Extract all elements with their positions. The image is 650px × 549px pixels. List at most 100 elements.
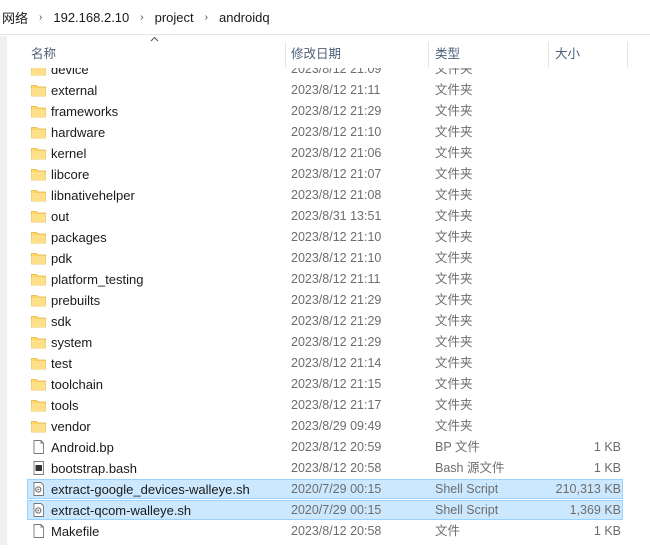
file-type: 文件夹 — [435, 398, 473, 412]
file-type: 文件夹 — [435, 419, 473, 433]
file-name[interactable]: frameworks — [51, 101, 118, 122]
file-name[interactable]: tools — [51, 395, 78, 416]
file-row[interactable]: test 2023/8/12 21:14 文件夹 — [0, 353, 650, 374]
file-date: 2023/8/12 21:10 — [291, 251, 382, 265]
file-name[interactable]: out — [51, 206, 69, 227]
file-name[interactable]: packages — [51, 227, 107, 248]
file-name[interactable]: libcore — [51, 164, 89, 185]
chevron-right-icon[interactable]: › — [33, 12, 48, 23]
file-row[interactable]: Makefile 2023/8/12 20:58 文件 1 KB — [0, 521, 650, 542]
file-type: 文件夹 — [435, 356, 473, 370]
file-type: BP 文件 — [435, 440, 480, 454]
file-icon — [33, 440, 44, 454]
chevron-right-icon[interactable]: › — [134, 12, 149, 23]
file-date: 2023/8/31 13:51 — [291, 209, 382, 223]
chevron-right-icon[interactable]: › — [199, 12, 214, 23]
file-row[interactable]: prebuilts 2023/8/12 21:29 文件夹 — [0, 290, 650, 311]
file-row[interactable]: out 2023/8/31 13:51 文件夹 — [0, 206, 650, 227]
file-row[interactable]: vendor 2023/8/29 09:49 文件夹 — [0, 416, 650, 437]
column-divider[interactable] — [548, 42, 549, 68]
file-name[interactable]: hardware — [51, 122, 105, 143]
file-type: Shell Script — [435, 503, 499, 517]
folder-icon — [31, 232, 46, 244]
file-name[interactable]: bootstrap.bash — [51, 458, 137, 479]
column-header-type[interactable]: 类型 — [435, 36, 460, 68]
file-name[interactable]: device — [51, 68, 89, 80]
file-name[interactable]: test — [51, 353, 72, 374]
file-date: 2023/8/12 21:08 — [291, 188, 382, 202]
file-row[interactable]: platform_testing 2023/8/12 21:11 文件夹 — [0, 269, 650, 290]
file-row[interactable]: Android.bp 2023/8/12 20:59 BP 文件 1 KB — [0, 437, 650, 458]
file-type: 文件夹 — [435, 68, 473, 76]
file-date: 2023/8/12 21:10 — [291, 125, 382, 139]
file-name[interactable]: libnativehelper — [51, 185, 135, 206]
breadcrumb-item[interactable]: 网络 — [0, 8, 33, 27]
file-row[interactable]: pdk 2023/8/12 21:10 文件夹 — [0, 248, 650, 269]
file-name[interactable]: sdk — [51, 311, 71, 332]
file-name[interactable]: Android.bp — [51, 437, 114, 458]
file-row[interactable]: tools 2023/8/12 21:17 文件夹 — [0, 395, 650, 416]
file-name[interactable]: external — [51, 80, 97, 101]
breadcrumb: 网络 › 192.168.2.10 › project › androidq — [0, 0, 650, 34]
breadcrumb-item[interactable]: androidq — [214, 10, 275, 25]
folder-icon — [31, 169, 46, 181]
column-header-name[interactable]: 名称 — [31, 36, 56, 68]
folder-icon — [31, 316, 46, 328]
file-row[interactable]: hardware 2023/8/12 21:10 文件夹 — [0, 122, 650, 143]
column-divider[interactable] — [428, 42, 429, 68]
file-size: 210,313 KB — [555, 482, 621, 496]
file-name[interactable]: extract-qcom-walleye.sh — [51, 500, 191, 521]
breadcrumb-item[interactable]: project — [150, 10, 199, 25]
file-name[interactable]: pdk — [51, 248, 72, 269]
file-row[interactable]: extract-google_devices-walleye.sh 2020/7/… — [0, 479, 650, 500]
column-header-date[interactable]: 修改日期 — [291, 36, 341, 68]
shell-script-icon — [33, 482, 44, 496]
file-name[interactable]: Makefile — [51, 521, 99, 542]
file-date: 2023/8/12 21:11 — [291, 83, 381, 97]
status-bar — [0, 545, 650, 549]
file-row[interactable]: packages 2023/8/12 21:10 文件夹 — [0, 227, 650, 248]
folder-icon — [31, 421, 46, 433]
file-row[interactable]: bootstrap.bash 2023/8/12 20:58 Bash 源文件 1 K… — [0, 458, 650, 479]
folder-icon — [31, 190, 46, 202]
file-row[interactable]: external 2023/8/12 21:11 文件夹 — [0, 80, 650, 101]
folder-icon — [31, 211, 46, 223]
file-row[interactable]: system 2023/8/12 21:29 文件夹 — [0, 332, 650, 353]
column-divider[interactable] — [285, 42, 286, 68]
file-list[interactable]: device 2023/8/12 21:09 文件夹 external 2023/8/1… — [0, 68, 650, 549]
column-divider[interactable] — [627, 42, 628, 68]
file-name[interactable]: kernel — [51, 143, 86, 164]
file-row[interactable]: libnativehelper 2023/8/12 21:08 文件夹 — [0, 185, 650, 206]
file-row[interactable]: kernel 2023/8/12 21:06 文件夹 — [0, 143, 650, 164]
file-date: 2023/8/12 21:15 — [291, 377, 382, 391]
file-date: 2023/8/12 21:06 — [291, 146, 382, 160]
column-headers: 名称 修改日期 类型 大小 — [0, 36, 650, 68]
file-type: 文件夹 — [435, 251, 473, 265]
sort-ascending-icon — [150, 36, 159, 42]
file-name[interactable]: vendor — [51, 416, 91, 437]
file-row[interactable]: toolchain 2023/8/12 21:15 文件夹 — [0, 374, 650, 395]
file-name[interactable]: toolchain — [51, 374, 103, 395]
file-type: 文件夹 — [435, 125, 473, 139]
file-row[interactable]: extract-qcom-walleye.sh 2020/7/29 00:15 Sh… — [0, 500, 650, 521]
file-row[interactable]: frameworks 2023/8/12 21:29 文件夹 — [0, 101, 650, 122]
file-type: 文件夹 — [435, 104, 473, 118]
file-row[interactable]: device 2023/8/12 21:09 文件夹 — [0, 68, 650, 80]
file-row[interactable]: libcore 2023/8/12 21:07 文件夹 — [0, 164, 650, 185]
file-date: 2023/8/12 20:58 — [291, 461, 382, 475]
file-name[interactable]: extract-google_devices-walleye.sh — [51, 479, 250, 500]
folder-icon — [31, 148, 46, 160]
breadcrumb-item[interactable]: 192.168.2.10 — [48, 10, 134, 25]
file-type: 文件夹 — [435, 314, 473, 328]
file-date: 2023/8/12 21:14 — [291, 356, 382, 370]
file-type: 文件夹 — [435, 146, 473, 160]
column-header-size[interactable]: 大小 — [555, 36, 580, 68]
file-type: 文件夹 — [435, 272, 473, 286]
file-name[interactable]: platform_testing — [51, 269, 144, 290]
file-type: 文件夹 — [435, 167, 473, 181]
file-name[interactable]: system — [51, 332, 92, 353]
file-row[interactable]: sdk 2023/8/12 21:29 文件夹 — [0, 311, 650, 332]
file-name[interactable]: prebuilts — [51, 290, 100, 311]
file-size: 1 KB — [593, 440, 621, 454]
script-file-icon — [33, 461, 44, 475]
